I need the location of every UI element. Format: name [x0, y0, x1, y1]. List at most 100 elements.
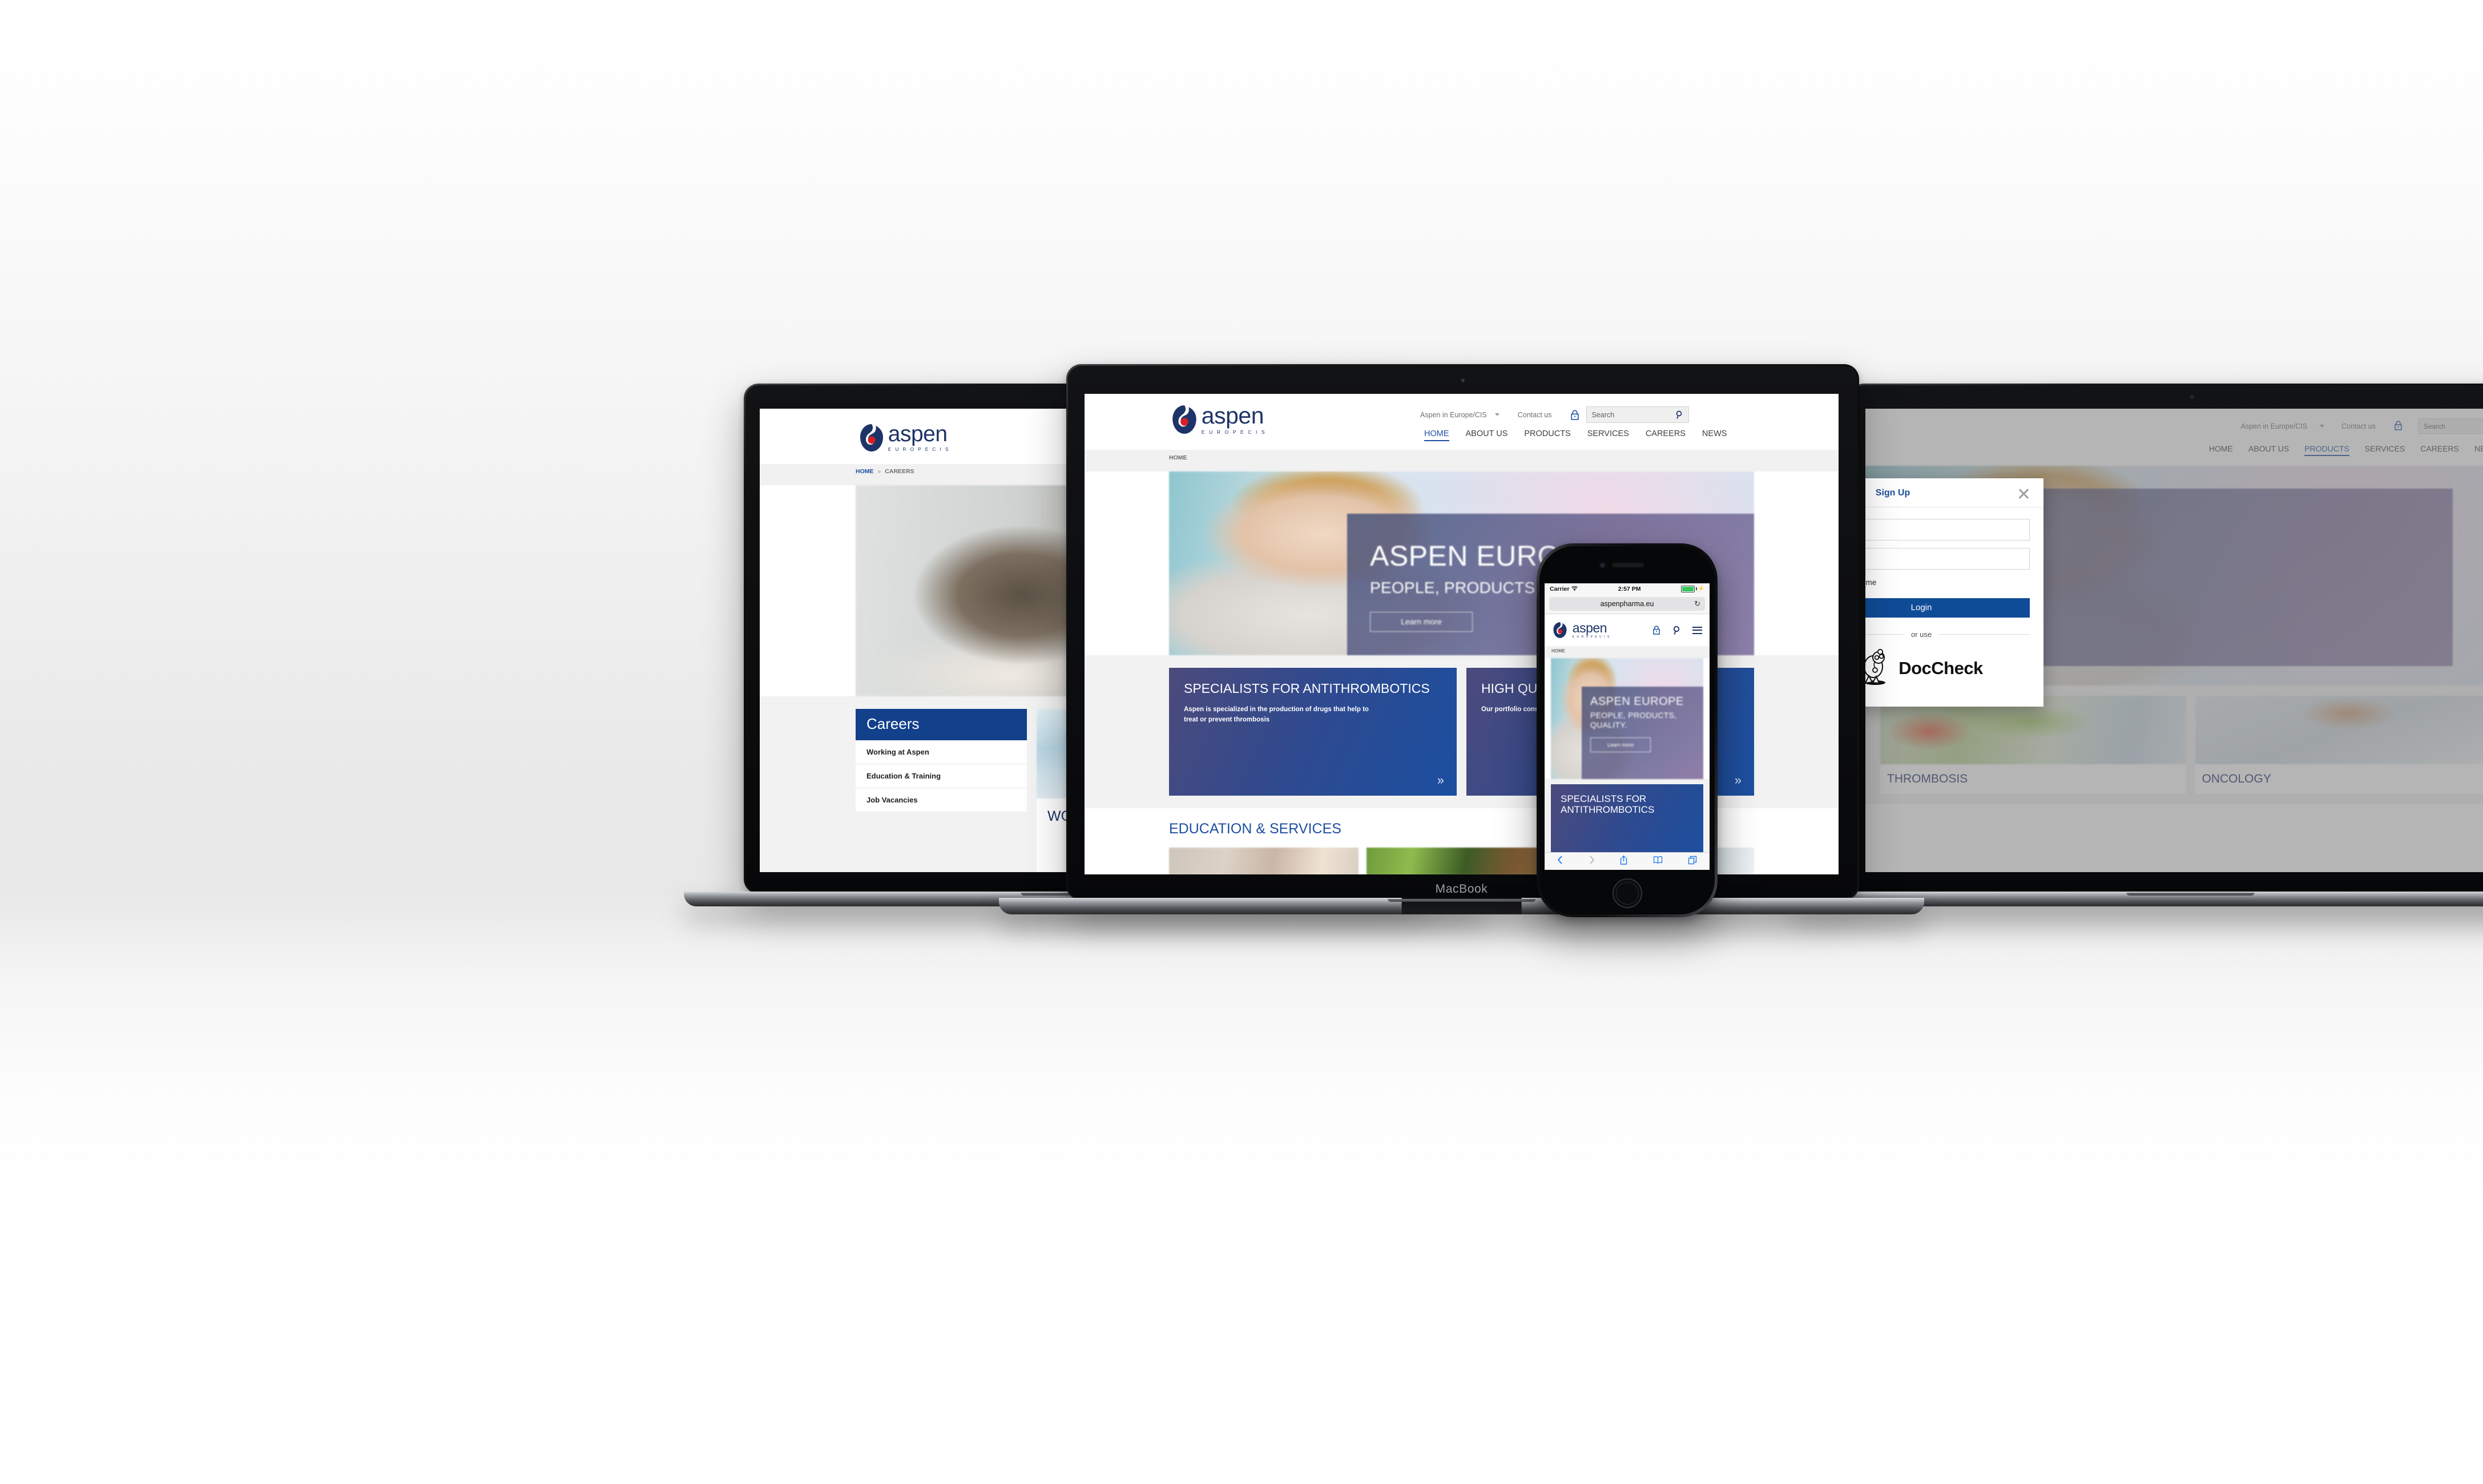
home-utility-bar: Aspen in Europe/CIS Contact us Search — [1420, 406, 1689, 423]
home-page: aspen E U R O P E C I S Aspen in Europe/… — [1085, 394, 1839, 874]
education-thumbnail[interactable] — [1367, 848, 1557, 874]
login-field[interactable]: Login — [1865, 519, 2030, 541]
macbook-label: MacBook — [1435, 882, 1488, 896]
center-macbook-camera-icon — [1460, 378, 1465, 383]
breadcrumb-current: HOME — [1169, 454, 1187, 461]
nav-products[interactable]: PRODUCTS — [1524, 429, 1570, 438]
search-icon[interactable] — [1675, 410, 1683, 420]
aspen-logo-mark-icon — [858, 423, 885, 453]
iphone-device: Carrier 2:57 PM ⚡ aspenpharma.eu ↻ aspen… — [1537, 543, 1718, 917]
hamburger-menu-icon[interactable] — [1692, 626, 1702, 634]
home-hero-cta-button[interactable]: Learn more — [1370, 612, 1473, 632]
password-field[interactable]: Password — [1865, 548, 2030, 570]
mobile-header-icons — [1652, 626, 1702, 635]
search-input[interactable]: Search — [1586, 406, 1689, 423]
nav-services[interactable]: SERVICES — [1587, 429, 1629, 438]
mobile-hero: ASPEN EUROPE PEOPLE, PRODUCTS, QUALITY. … — [1551, 658, 1703, 779]
book-icon[interactable] — [1653, 856, 1663, 867]
aspen-logo-subtitle: E U R O P E C I S — [1572, 635, 1610, 639]
aspen-logo[interactable]: aspen E U R O P E C I S — [858, 423, 950, 453]
sidebar-item-label: Working at Aspen — [866, 748, 929, 756]
sidebar-item-education-training[interactable]: Education & Training — [856, 764, 1027, 788]
sidebar-item-job-vacancies[interactable]: Job Vacancies — [856, 788, 1027, 812]
chevron-left-icon[interactable] — [1557, 855, 1563, 868]
nav-home[interactable]: HOME — [1424, 429, 1449, 441]
mobile-site-header: aspen E U R O P E C I S — [1545, 614, 1710, 646]
aspen-logo-mark-icon — [1170, 404, 1199, 435]
tabs-icon[interactable] — [1688, 856, 1697, 868]
home-card-row: SPECIALISTS FOR ANTITHROMBOTICS Aspen is… — [1085, 655, 1839, 808]
search-placeholder: Search — [1591, 410, 1615, 419]
aspen-logo-wordmark: aspen — [1201, 402, 1264, 429]
breadcrumb-current: CAREERS — [885, 468, 914, 475]
chevron-right-icon[interactable] — [1589, 855, 1595, 868]
mobile-hero-title: ASPEN EUROPE — [1590, 695, 1684, 708]
iphone-home-button[interactable] — [1612, 878, 1642, 908]
device-showcase-scene: aspen E U R O P E C I S HOME » CAREERS C… — [0, 0, 2483, 1484]
lock-icon[interactable] — [1652, 626, 1660, 635]
home-breadcrumb: HOME — [1085, 450, 1839, 471]
card-chevron-icon[interactable]: » — [1735, 773, 1742, 788]
education-services-section: EDUCATION & SERVICES — [1085, 808, 1839, 874]
breadcrumb-home[interactable]: HOME — [856, 468, 874, 475]
mobile-breadcrumb: HOME — [1545, 646, 1710, 658]
doccheck-login-button[interactable]: DocCheck — [1865, 648, 2030, 693]
breadcrumb-current: HOME — [1551, 648, 1565, 654]
mobile-hero-cta-button[interactable]: Learn more — [1590, 737, 1651, 752]
center-macbook-hinge-notch — [1401, 898, 1522, 914]
nav-careers[interactable]: CAREERS — [1646, 429, 1686, 438]
ios-status-bar: Carrier 2:57 PM ⚡ — [1545, 583, 1710, 594]
iphone-body: Carrier 2:57 PM ⚡ aspenpharma.eu ↻ aspen… — [1537, 543, 1718, 917]
chevron-down-icon[interactable] — [1494, 413, 1500, 416]
safari-url-bar: aspenpharma.eu ↻ — [1545, 594, 1710, 614]
status-time: 2:57 PM — [1618, 585, 1641, 592]
mobile-hero-subtitle: PEOPLE, PRODUCTS, QUALITY. — [1590, 711, 1677, 729]
modal-tab-bar: Login or Sign Up ✕ — [1865, 478, 2043, 507]
nav-news[interactable]: NEWS — [1702, 429, 1727, 438]
iphone-front-camera-icon — [1599, 562, 1606, 568]
url-input[interactable]: aspenpharma.eu ↻ — [1549, 597, 1705, 611]
sidebar-item-label: Job Vacancies — [866, 796, 918, 804]
remember-me-row[interactable]: Remember me — [1865, 578, 2030, 587]
alt-login-divider: or use — [1865, 630, 2030, 639]
card-chevron-icon[interactable]: » — [1437, 773, 1444, 788]
iphone-screen: Carrier 2:57 PM ⚡ aspenpharma.eu ↻ aspen… — [1545, 583, 1710, 870]
center-macbook: aspen E U R O P E C I S Aspen in Europe/… — [999, 364, 1924, 914]
breadcrumb-separator: » — [877, 468, 881, 475]
reload-icon[interactable]: ↻ — [1694, 599, 1700, 608]
aspen-logo-subtitle: E U R O P E C I S — [1201, 429, 1267, 435]
doccheck-login-modal: Login or Sign Up ✕ Login Password — [1865, 478, 2043, 707]
careers-sidebar-heading: Careers — [856, 709, 1027, 740]
center-macbook-base — [999, 898, 1924, 914]
share-icon[interactable] — [1619, 854, 1628, 868]
aspen-logo-mark-icon — [1552, 622, 1568, 639]
card-title: SPECIALISTS FOR ANTITHROMBOTICS — [1184, 681, 1430, 696]
aspen-logo[interactable]: aspen E U R O P E C I S — [1170, 404, 1266, 435]
login-submit-button[interactable]: Login — [1865, 598, 2030, 618]
home-main-nav: HOME ABOUT US PRODUCTS SERVICES CAREERS … — [1424, 429, 1727, 441]
url-text: aspenpharma.eu — [1600, 600, 1654, 608]
sidebar-item-working-at-aspen[interactable]: Working at Aspen — [856, 740, 1027, 764]
careers-sidebar-list: Working at Aspen Education & Training Jo… — [856, 740, 1027, 812]
right-macbook-screen: Aspen in Europe/CIS Contact us Search — [1865, 409, 2483, 872]
lock-icon[interactable] — [1570, 409, 1579, 420]
carrier-label: Carrier — [1550, 585, 1570, 592]
contact-us-link[interactable]: Contact us — [1518, 411, 1552, 419]
aspen-logo-subtitle: E U R O P E C I S — [888, 447, 950, 453]
alt-login-divider-label: or use — [1910, 630, 1932, 639]
right-macbook-camera-icon — [2189, 394, 2194, 400]
tab-signup[interactable]: Sign Up — [1876, 488, 1910, 498]
region-selector[interactable]: Aspen in Europe/CIS — [1420, 411, 1487, 419]
iphone-earpiece-speaker — [1612, 563, 1644, 567]
doccheck-provider-name: DocCheck — [1898, 658, 1983, 678]
home-site-header: aspen E U R O P E C I S Aspen in Europe/… — [1085, 394, 1839, 450]
card-title: SPECIALISTS FOR ANTITHROMBOTICS — [1561, 793, 1655, 816]
close-icon[interactable]: ✕ — [2017, 486, 2031, 503]
center-macbook-screen: aspen E U R O P E C I S Aspen in Europe/… — [1085, 394, 1839, 874]
nav-about-us[interactable]: ABOUT US — [1466, 429, 1508, 438]
card-antithrombotics[interactable]: SPECIALISTS FOR ANTITHROMBOTICS Aspen is… — [1169, 668, 1457, 796]
card-body: Aspen is specialized in the production o… — [1184, 705, 1369, 724]
education-thumbnail[interactable] — [1169, 848, 1359, 874]
aspen-logo[interactable]: aspen E U R O P E C I S — [1552, 622, 1610, 639]
search-icon[interactable] — [1672, 626, 1680, 635]
